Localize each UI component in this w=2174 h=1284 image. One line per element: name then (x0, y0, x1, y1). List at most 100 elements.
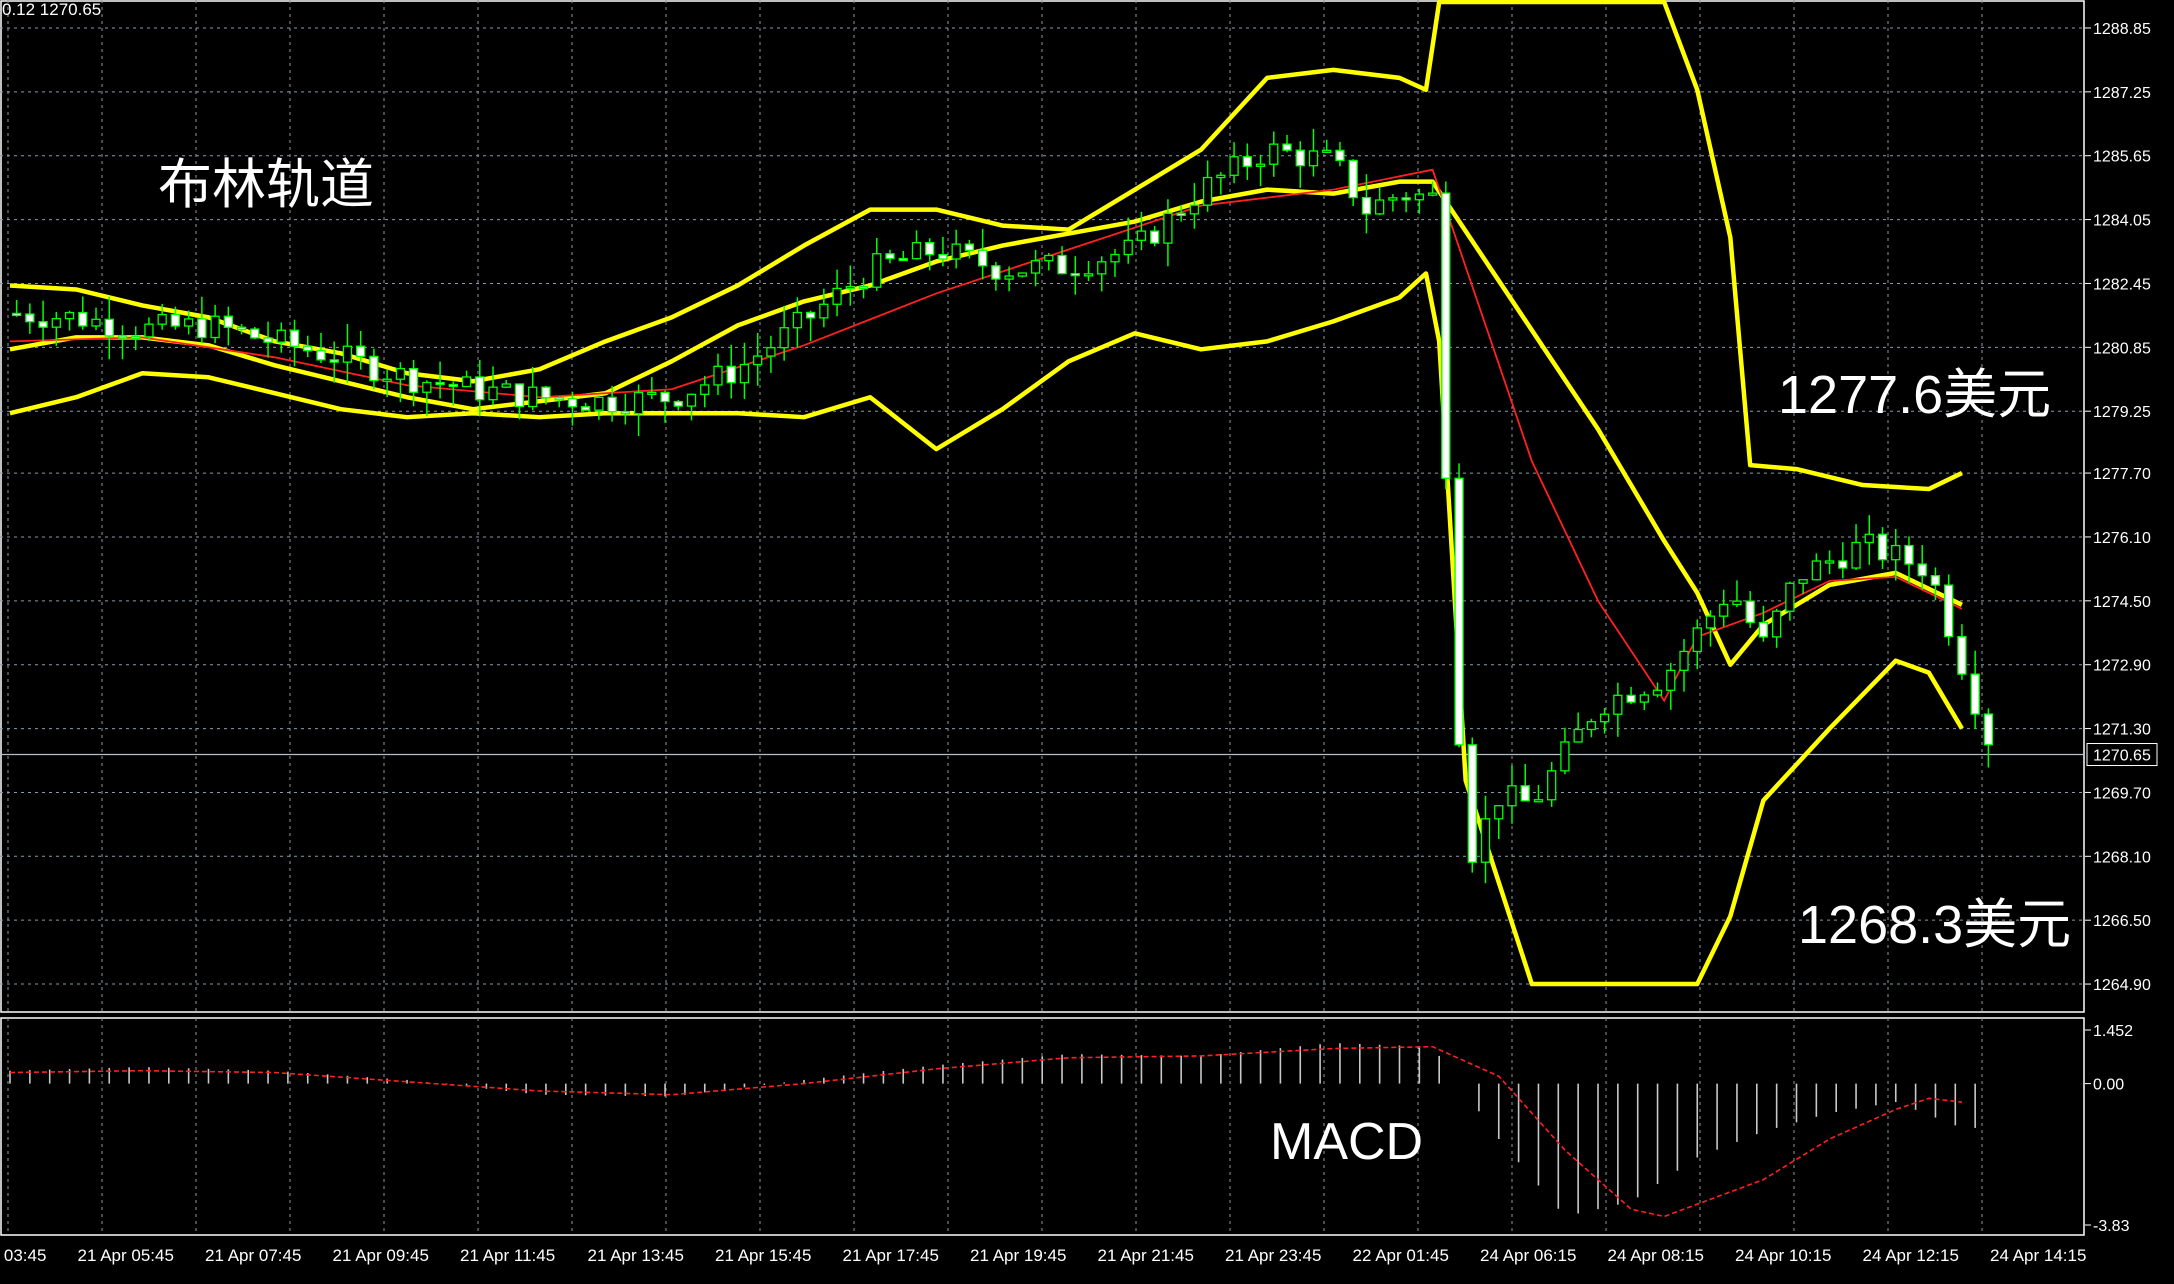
candle-body (1044, 254, 1054, 262)
upper-band-label: 1277.6美元 (1778, 365, 2052, 425)
candle-body (1824, 560, 1835, 564)
candle-body (382, 378, 392, 382)
candle-body (78, 311, 88, 327)
candle-body (1533, 799, 1544, 803)
candle-body (991, 265, 1001, 280)
candle-body (554, 397, 564, 401)
price-readout: 0.12 1270.65 (2, 0, 102, 19)
y-tick-label: 1276.10 (2093, 530, 2151, 547)
candle-body (1414, 193, 1424, 201)
y-tick-label: 1288.85 (2093, 21, 2151, 38)
candle-body (1322, 149, 1332, 153)
candle-body (1282, 143, 1292, 151)
candle-body (316, 350, 326, 361)
candle-body (1970, 673, 1980, 715)
candle-body (1454, 477, 1464, 746)
candle-body (832, 287, 842, 305)
candle-body (1705, 615, 1716, 629)
candle-body (1679, 650, 1689, 671)
candle-body (289, 329, 300, 347)
candle-body (1798, 579, 1808, 584)
macd-y-tick-label: 1.452 (2093, 1023, 2133, 1040)
candle-body (1335, 149, 1345, 162)
candle-body (1308, 150, 1319, 167)
macd-signal-line (9, 1045, 1963, 1218)
x-tick-label: 21 Apr 21:45 (1098, 1246, 1194, 1265)
candle-body (726, 365, 736, 384)
macd-panel (9, 1043, 1976, 1218)
candle-body (1163, 212, 1173, 244)
x-tick-label: 24 Apr 08:15 (1608, 1246, 1704, 1265)
candle-body (1083, 273, 1094, 277)
candle-body (1150, 230, 1160, 244)
candle-body (1547, 770, 1557, 801)
candle-body (1864, 533, 1874, 544)
candle-body (1136, 230, 1147, 241)
candle-body (792, 311, 803, 329)
candle-body (1719, 603, 1729, 617)
candle-body (898, 257, 908, 262)
candle-body (1097, 261, 1107, 275)
candle-body (581, 406, 591, 411)
candle-body (858, 285, 869, 290)
candle-body (1639, 694, 1649, 703)
candle-body (1480, 818, 1491, 863)
candle-body (276, 329, 286, 343)
y-tick-label: 1285.65 (2093, 149, 2151, 166)
candle-body (779, 327, 789, 349)
candle-body (356, 345, 366, 358)
candle-body (739, 363, 750, 384)
x-tick-label: 21 Apr 03:45 (0, 1246, 46, 1265)
y-tick-label: 1274.50 (2093, 594, 2151, 611)
x-tick-label: 21 Apr 19:45 (970, 1246, 1066, 1265)
macd-y-tick-label: -3.83 (2093, 1218, 2130, 1235)
y-tick-label: 1284.05 (2093, 213, 2151, 230)
x-tick-label: 24 Apr 06:15 (1480, 1246, 1576, 1265)
candle-body (51, 318, 61, 328)
candle-body (395, 367, 406, 380)
candle-body (1494, 805, 1504, 820)
candle-body (1838, 560, 1848, 569)
candle-body (911, 242, 922, 260)
candle-body (925, 242, 935, 256)
candle-body (647, 391, 657, 396)
candle-body (1732, 600, 1742, 606)
candle-body (1269, 143, 1279, 165)
x-tick-label: 21 Apr 11:45 (460, 1246, 555, 1265)
candle-body (1242, 156, 1252, 167)
candle-body (805, 311, 816, 319)
candle-body (250, 328, 260, 339)
candle-body (1652, 689, 1663, 696)
chart-title: 布林轨道 (158, 155, 374, 215)
candle-body (501, 383, 511, 388)
candle-body (1004, 275, 1014, 280)
candle-body (1785, 582, 1795, 612)
macd-label: MACD (1270, 1113, 1424, 1171)
candle-body (448, 383, 458, 388)
candle-body (488, 386, 498, 401)
candle-body (1877, 533, 1888, 561)
candle-body (1599, 713, 1610, 723)
y-tick-label: 1287.25 (2093, 85, 2151, 102)
candle-body (117, 335, 128, 339)
candle-body (1917, 563, 1927, 577)
candle-body (369, 355, 379, 382)
candle-body (620, 411, 630, 415)
candle-body (1626, 694, 1636, 703)
candle-body (38, 321, 48, 328)
candle-body (236, 326, 247, 330)
candle-body (11, 312, 22, 317)
y-tick-label: 1279.25 (2093, 404, 2151, 421)
x-tick-label: 21 Apr 23:45 (1225, 1246, 1321, 1265)
candle-body (1216, 174, 1226, 179)
candle-body (223, 315, 234, 328)
candle-body (1467, 744, 1477, 863)
x-tick-label: 21 Apr 13:45 (588, 1246, 684, 1265)
candle-body (1692, 627, 1702, 653)
candle-body (1375, 199, 1385, 215)
candle-body (1666, 669, 1676, 691)
candle-body (329, 359, 339, 363)
y-tick-label: 1268.10 (2093, 849, 2151, 866)
bollinger-upper (9, 0, 1963, 492)
candle-body (1229, 156, 1239, 176)
